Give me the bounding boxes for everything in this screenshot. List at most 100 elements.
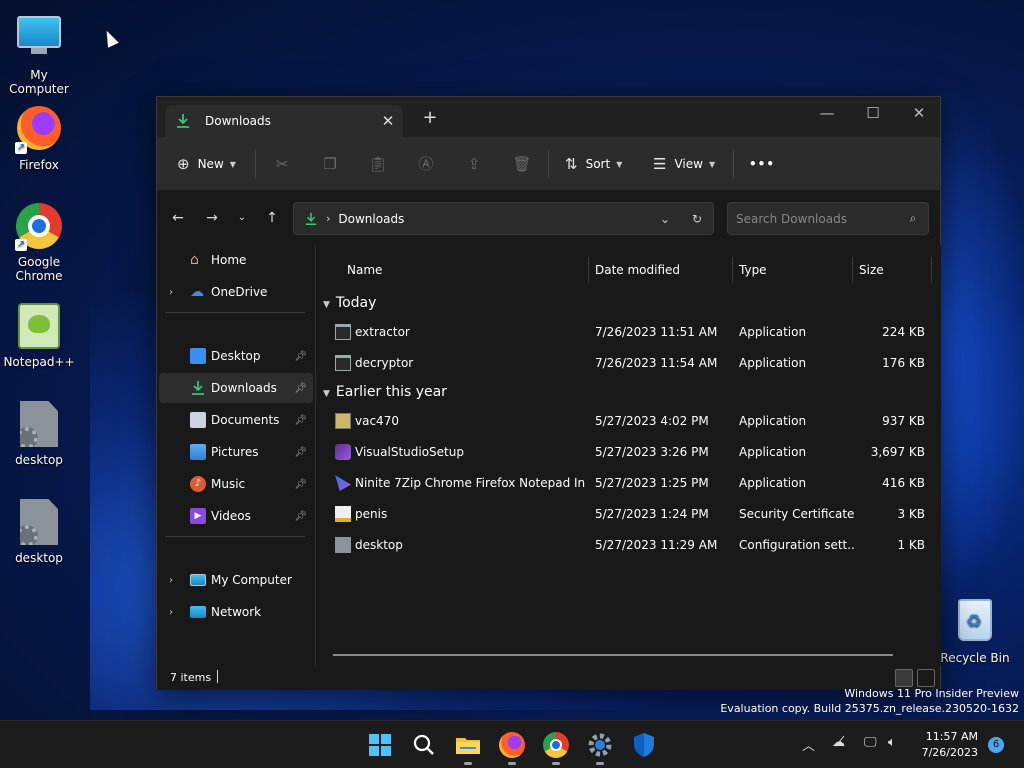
volume-icon[interactable]: 🔈︎ — [888, 735, 896, 750]
group-label: Today — [335, 295, 377, 311]
sidebar-item-documents[interactable]: Documents 📌︎ — [159, 405, 313, 435]
tab-title: Downloads — [205, 114, 271, 128]
breadcrumb-downloads[interactable]: Downloads — [338, 212, 649, 226]
close-window-button[interactable]: ✕ — [896, 99, 942, 127]
sidebar-item-downloads[interactable]: Downloads 📌︎ — [159, 373, 313, 403]
tab-downloads[interactable]: Downloads ✕ — [165, 105, 403, 137]
desktop-icon-desktop-ini-2[interactable]: desktop — [0, 498, 78, 565]
pin-icon[interactable]: 📌︎ — [294, 511, 307, 522]
sort-button[interactable]: ⇅ Sort ▼ — [565, 151, 622, 177]
file-row[interactable]: decryptor 7/26/2023 11:54 AM Application… — [317, 348, 941, 378]
view-button[interactable]: ☰ View ▼ — [653, 151, 715, 177]
desktop-icon-desktop-ini-1[interactable]: desktop — [0, 400, 78, 467]
column-header-size[interactable]: Size — [859, 257, 884, 283]
rename-icon[interactable]: Ⓐ — [413, 151, 439, 177]
desktop-icon-notepadpp[interactable]: Notepad++ — [0, 302, 78, 369]
close-tab-icon[interactable]: ✕ — [373, 112, 403, 130]
refresh-icon[interactable]: ↻ — [681, 212, 713, 226]
chrome-taskbar-button[interactable] — [540, 729, 572, 765]
file-row[interactable]: VisualStudioSetup 5/27/2023 3:26 PM Appl… — [317, 437, 941, 467]
desktop-icon-recycle-bin[interactable]: Recycle Bin — [936, 596, 1014, 665]
pin-icon[interactable]: 📌︎ — [294, 479, 307, 490]
title-bar[interactable]: Downloads ✕ + — ☐ ✕ — [157, 97, 940, 137]
sidebar-item-desktop[interactable]: Desktop 📌︎ — [159, 341, 313, 371]
security-taskbar-button[interactable] — [628, 729, 660, 761]
pane-splitter[interactable] — [315, 245, 316, 666]
maximize-button[interactable]: ☐ — [850, 99, 896, 127]
desktop-icon-chrome[interactable]: ↗ Google Chrome — [0, 202, 78, 283]
onedrive-offline-icon[interactable]: ☁̸ — [832, 735, 845, 750]
back-arrow-icon[interactable]: ← — [167, 207, 189, 229]
pin-icon[interactable]: 📌︎ — [294, 351, 307, 362]
file-name: desktop — [355, 538, 403, 552]
firefox-taskbar-button[interactable] — [496, 729, 528, 765]
taskbar: ︿ ☁̸ 🖵︎ 🔈︎ 11:57 AM 7/26/2023 6 — [0, 720, 1024, 768]
sidebar-item-network[interactable]: › Network — [159, 597, 313, 627]
cut-icon[interactable]: ✂ — [269, 151, 295, 177]
pin-icon[interactable]: 📌︎ — [294, 415, 307, 426]
expand-chevron-icon[interactable]: › — [169, 575, 181, 586]
file-date: 5/27/2023 4:02 PM — [595, 414, 709, 428]
desktop-icon-firefox[interactable]: ↗ Firefox — [0, 104, 78, 172]
file-explorer-taskbar-button[interactable] — [452, 729, 484, 765]
horizontal-scrollbar[interactable] — [333, 654, 893, 656]
desktop-icon-label: Notepad++ — [3, 355, 75, 369]
up-arrow-icon[interactable]: ↑ — [261, 207, 283, 229]
shield-icon — [634, 733, 654, 757]
search-taskbar-button[interactable] — [408, 729, 440, 761]
sidebar-item-my-computer[interactable]: › My Computer — [159, 565, 313, 595]
copy-icon[interactable]: ❐ — [317, 151, 343, 177]
file-row[interactable]: penis 5/27/2023 1:24 PM Security Certifi… — [317, 499, 941, 529]
network-icon[interactable]: 🖵︎ — [864, 735, 877, 750]
clock[interactable]: 11:57 AM 7/26/2023 — [914, 729, 978, 761]
minimize-button[interactable]: — — [804, 99, 850, 127]
show-hidden-icons-chevron[interactable]: ︿ — [802, 735, 815, 754]
details-view-button[interactable] — [895, 669, 913, 687]
chevron-down-icon: ▼ — [616, 159, 623, 169]
file-type: Application — [739, 414, 807, 428]
address-bar[interactable]: › Downloads ⌄ ↻ — [293, 202, 714, 235]
search-input[interactable]: Search Downloads — [736, 212, 898, 226]
column-divider[interactable] — [588, 257, 589, 283]
file-explorer-window: Downloads ✕ + — ☐ ✕ ⊕ New ▼ ✂ ❐ 📋︎ Ⓐ ⇪ 🗑… — [156, 96, 941, 690]
new-button[interactable]: ⊕ New ▼ — [177, 151, 236, 177]
more-options-button[interactable]: ••• — [749, 151, 775, 177]
expand-chevron-icon[interactable]: › — [169, 287, 181, 298]
column-header-date[interactable]: Date modified — [595, 257, 680, 283]
group-header-today[interactable]: ▼ Today — [323, 291, 376, 315]
status-divider — [217, 670, 218, 683]
column-header-name[interactable]: Name — [347, 257, 382, 283]
file-row[interactable]: desktop 5/27/2023 11:29 AM Configuration… — [317, 530, 941, 560]
file-size: 3,697 KB — [870, 445, 925, 459]
share-icon[interactable]: ⇪ — [461, 151, 487, 177]
forward-arrow-icon[interactable]: → — [201, 207, 223, 229]
sidebar-item-home[interactable]: ⌂ Home — [159, 245, 313, 275]
settings-taskbar-button[interactable] — [584, 729, 616, 765]
column-divider[interactable] — [852, 257, 853, 283]
search-box[interactable]: Search Downloads ⌕ — [727, 202, 929, 235]
address-dropdown-icon[interactable]: ⌄ — [649, 212, 681, 226]
desktop-icon-my-computer[interactable]: My Computer — [0, 8, 78, 96]
file-row[interactable]: Ninite 7Zip Chrome Firefox Notepad Inst.… — [317, 468, 941, 498]
sidebar-item-music[interactable]: ♪ Music 📌︎ — [159, 469, 313, 499]
sidebar-item-pictures[interactable]: Pictures 📌︎ — [159, 437, 313, 467]
group-header-earlier-this-year[interactable]: ▼ Earlier this year — [323, 380, 447, 404]
file-row[interactable]: vac470 5/27/2023 4:02 PM Application 937… — [317, 406, 941, 436]
pin-icon[interactable]: 📌︎ — [294, 383, 307, 394]
paste-icon[interactable]: 📋︎ — [365, 151, 391, 177]
new-tab-button[interactable]: + — [419, 107, 441, 129]
tiles-view-button[interactable] — [917, 669, 935, 687]
column-divider[interactable] — [732, 257, 733, 283]
expand-chevron-icon[interactable]: › — [169, 607, 181, 618]
pin-icon[interactable]: 📌︎ — [294, 447, 307, 458]
sidebar-item-videos[interactable]: ▶ Videos 📌︎ — [159, 501, 313, 531]
delete-icon[interactable]: 🗑︎ — [509, 151, 535, 177]
column-header-type[interactable]: Type — [739, 257, 767, 283]
sidebar-item-onedrive[interactable]: › ☁ OneDrive — [159, 277, 313, 307]
firefox-icon: ↗ — [15, 106, 63, 154]
file-row[interactable]: extractor 7/26/2023 11:51 AM Application… — [317, 317, 941, 347]
recent-locations-chevron-icon[interactable]: ⌄ — [231, 207, 253, 229]
column-divider[interactable] — [931, 257, 932, 283]
start-button[interactable] — [364, 729, 396, 761]
notification-badge[interactable]: 6 — [988, 737, 1004, 753]
